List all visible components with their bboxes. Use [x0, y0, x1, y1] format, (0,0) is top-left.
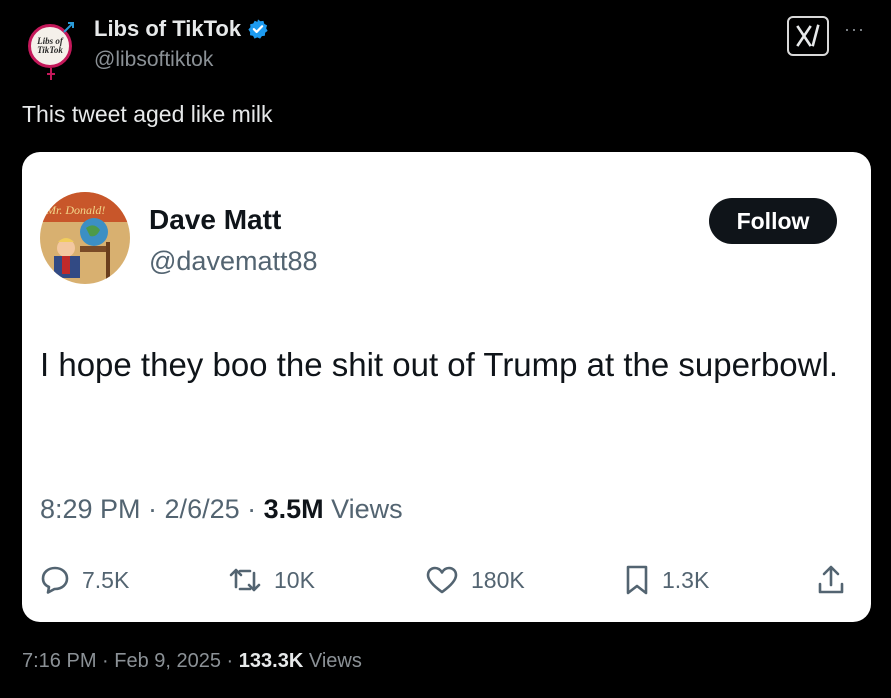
bookmark-count: 1.3K [662, 566, 710, 593]
author-handle[interactable]: @libsoftiktok [94, 48, 213, 72]
repost-icon [229, 568, 261, 592]
quoted-author-handle[interactable]: @davematt88 [149, 246, 318, 277]
quoted-author-name[interactable]: Dave Matt [149, 204, 281, 236]
quoted-timestamp[interactable]: 8:29 PM · 2/6/25 · [40, 494, 264, 524]
reply-count: 7.5K [82, 566, 130, 593]
post-views-count: 133.3K [238, 650, 304, 672]
post-timestamp[interactable]: 7:16 PM · Feb 9, 2025 · [22, 650, 239, 672]
more-icon[interactable]: ··· [844, 20, 865, 38]
quoted-views-count: 3.5M [263, 494, 324, 524]
grok-button[interactable] [787, 16, 829, 56]
verified-badge-icon [248, 19, 268, 39]
author-name[interactable]: Libs of TikTok [94, 16, 269, 42]
post-meta: 7:16 PM · Feb 9, 2025 · 133.3K Views [22, 650, 362, 673]
share-button[interactable] [816, 558, 846, 602]
male-symbol-icon [63, 22, 74, 33]
quoted-views-label: Views [323, 494, 403, 524]
avatar-image: Mr. Donald! [40, 192, 130, 284]
quoted-author-avatar[interactable]: Mr. Donald! [40, 192, 130, 284]
quoted-tweet-card[interactable]: Mr. Donald! Dave Matt @davematt88 Follow… [22, 152, 871, 622]
heart-icon [426, 566, 458, 594]
grok-icon [796, 24, 820, 47]
avatar-sign-text: Mr. Donald! [45, 203, 105, 217]
author-avatar[interactable]: Libs of TikTok [24, 20, 76, 80]
quoted-tweet-meta: 8:29 PM · 2/6/25 · 3.5M Views [40, 494, 403, 525]
reply-button[interactable]: 7.5K [40, 558, 129, 602]
repost-count: 10K [274, 566, 315, 593]
avatar-logo-text-2: TikTok [37, 45, 63, 55]
bookmark-icon [626, 565, 648, 595]
post-views-label: Views [303, 650, 362, 672]
like-count: 180K [471, 566, 525, 593]
quoted-action-bar: 7.5K 10K 180K 1.3K [22, 558, 871, 602]
follow-button[interactable]: Follow [709, 198, 837, 244]
post-text: This tweet aged like milk [22, 101, 273, 127]
quoted-tweet-text: I hope they boo the shit out of Trump at… [40, 346, 838, 383]
share-icon [818, 565, 844, 594]
author-name-text: Libs of TikTok [94, 16, 242, 41]
repost-button[interactable]: 10K [228, 558, 315, 602]
female-symbol-icon [47, 68, 55, 80]
reply-icon [41, 566, 69, 594]
bookmark-button[interactable]: 1.3K [624, 558, 709, 602]
like-button[interactable]: 180K [425, 558, 525, 602]
post-header: Libs of TikTok Libs of TikTok @libsoftik… [0, 0, 891, 90]
